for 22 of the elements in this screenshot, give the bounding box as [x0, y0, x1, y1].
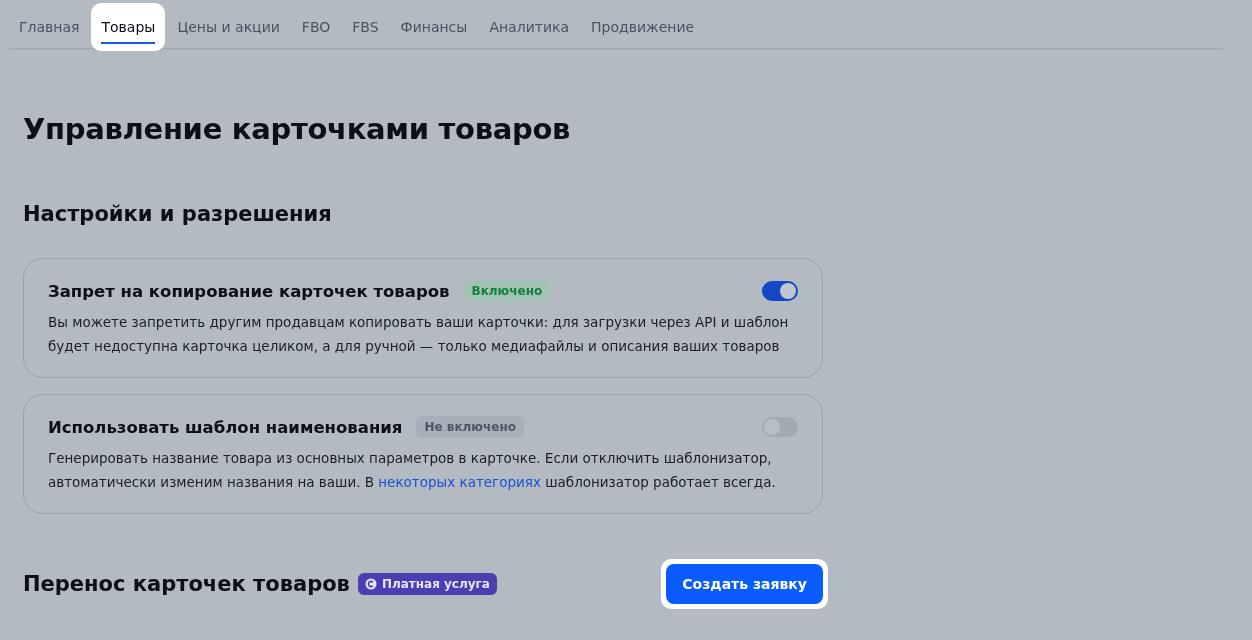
setting-title: Использовать шаблон наименования [48, 417, 403, 437]
badge-label: Платная услуга [381, 577, 490, 591]
nav-tab[interactable]: FBO [291, 3, 341, 51]
status-badge: Включено [463, 280, 551, 302]
setting-description: Генерировать название товара из основных параметров в карточке. Если отключить шаблонизатор, автоматически изменим названия на ваши. В некоторых категориях шаблонизатор работает всегда. [48, 449, 777, 492]
categories-link[interactable]: некоторых категориях [378, 474, 541, 490]
coin-icon [364, 578, 377, 590]
nav-tab[interactable]: Товары [91, 3, 166, 51]
nav-tab[interactable]: Главная [9, 3, 90, 51]
nav-tab[interactable]: FBS [342, 3, 389, 51]
setting-description: Вы можете запретить другим продавцам копировать ваши карточки: для загрузки через API и шаблон будет недоступна карточка целиком, а для ручной — только медиафайлы и описания ваших товаров [48, 313, 790, 356]
nav-tab[interactable]: Финансы [390, 3, 478, 51]
nav-tab[interactable]: Цены и акции [167, 3, 290, 51]
create-request-button[interactable]: Создать заявку [666, 564, 823, 604]
page-title: Управление карточками товаров [23, 112, 572, 146]
section-heading: Настройки и разрешения [23, 202, 333, 226]
section-heading: Перенос карточек товаров [23, 572, 350, 596]
setting-title: Запрет на копирование карточек товаров [48, 281, 450, 301]
status-badge: Не включено [416, 416, 524, 438]
nav-tab[interactable]: Продвижение [581, 3, 705, 51]
nav-tab[interactable]: Аналитика [479, 3, 580, 51]
toggle-switch[interactable] [762, 281, 798, 301]
